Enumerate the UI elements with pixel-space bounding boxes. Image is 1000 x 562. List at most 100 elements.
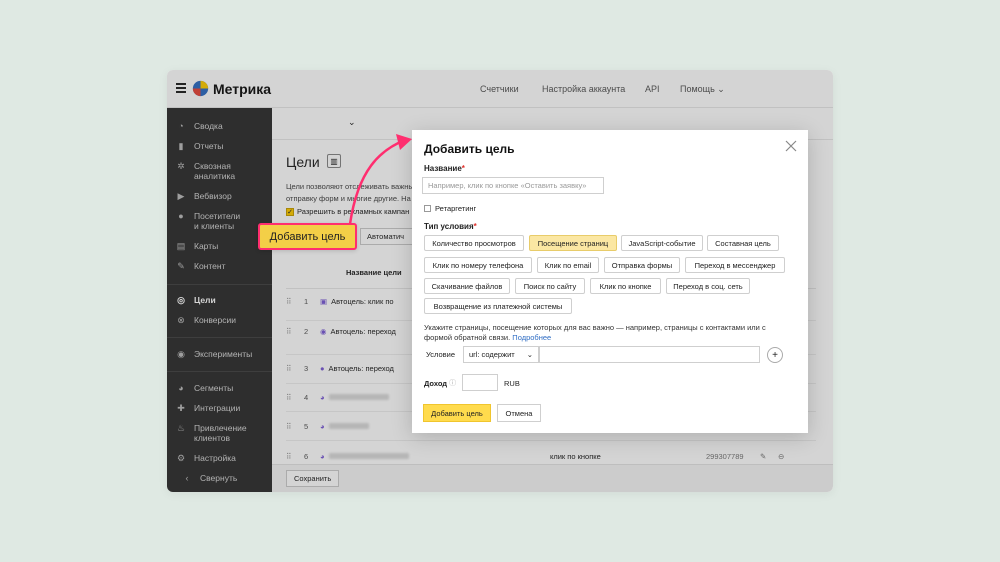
retargeting-label: Ретаргетинг — [435, 204, 477, 213]
row-number: 3 — [304, 363, 309, 373]
delete-icon[interactable]: ⊖ — [778, 452, 784, 461]
goal-name-input[interactable]: Например, клик по кнопке «Оставить заявк… — [422, 177, 604, 194]
bar-chart-icon: ▮ — [178, 141, 184, 151]
add-condition-icon[interactable]: + — [767, 347, 783, 363]
required-mark: * — [461, 164, 465, 173]
edit-icon[interactable]: ✎ — [760, 452, 766, 461]
ab-icon: ◉ — [177, 349, 185, 359]
top-bar: Метрика Счетчики Настройка аккаунта API … — [167, 70, 833, 108]
cancel-button[interactable]: Отмена — [497, 404, 541, 422]
add-goal-dialog: Добавить цель Название* Например, клик п… — [412, 130, 808, 433]
income-label-text: Доход — [424, 378, 448, 388]
required-mark: * — [473, 222, 477, 231]
sidebar-item-integrations[interactable]: ✚ Интеграции — [167, 403, 272, 413]
type-chip-views[interactable]: Количество просмотров — [424, 235, 524, 251]
sidebar-item-conversions[interactable]: ⊗ Конверсии — [167, 315, 272, 325]
nav-account-settings[interactable]: Настройка аккаунта — [542, 84, 625, 94]
nav-api[interactable]: API — [645, 84, 660, 94]
type-chip-js-event[interactable]: JavaScript-событие — [621, 235, 703, 251]
page-description: отправку форм и многие другие. На — [286, 194, 411, 203]
more-link[interactable]: Подробнее — [512, 333, 551, 342]
user-icon: ● — [178, 211, 184, 221]
sidebar-item-summary[interactable]: ◔ Сводка — [167, 121, 272, 131]
sidebar-item-experiments[interactable]: ◉ Эксперименты — [167, 349, 272, 359]
drag-handle-icon[interactable]: ⠿ — [286, 364, 304, 373]
book-icon[interactable]: ▥ — [327, 154, 341, 168]
type-chip-email-click[interactable]: Клик по email — [537, 257, 599, 273]
income-label: Доход ⓘ — [424, 378, 456, 388]
drag-handle-icon[interactable]: ⠿ — [286, 422, 304, 431]
dialog-title: Добавить цель — [424, 142, 515, 156]
income-input[interactable] — [462, 374, 498, 391]
chevron-down-icon: ⌄ — [717, 84, 725, 94]
name-label-text: Название — [424, 164, 462, 173]
type-chip-file-download[interactable]: Скачивание файлов — [424, 278, 510, 294]
sidebar-item-label: Сводка — [194, 121, 223, 131]
nav-help-label: Помощь — [680, 84, 715, 94]
sidebar-item-segments[interactable]: ◕ Сегменты — [167, 383, 272, 393]
type-chip-site-search[interactable]: Поиск по сайту — [515, 278, 585, 294]
table-row[interactable]: ⠿ 6 ◕ клик по кнопке 299307789 ✎ ⊖ — [286, 449, 816, 463]
sidebar-item-webvisor[interactable]: ▶ Вебвизор — [167, 191, 272, 201]
condition-url-input[interactable] — [539, 346, 760, 363]
blurred-goal-name — [328, 423, 369, 429]
type-chip-button-click[interactable]: Клик по кнопке — [590, 278, 661, 294]
checkbox-unchecked-icon — [424, 205, 431, 212]
type-chip-form-submit[interactable]: Отправка формы — [604, 257, 680, 273]
sidebar-item-settings[interactable]: ⚙ Настройка — [167, 453, 272, 463]
sidebar-item-visitors[interactable]: ● Посетители и клиенты — [167, 211, 247, 231]
flame-icon: ♨ — [176, 423, 186, 433]
brand-name: Метрика — [213, 81, 272, 97]
type-chip-payment-return[interactable]: Возвращение из платежной системы — [424, 298, 572, 314]
retargeting-checkbox[interactable]: Ретаргетинг — [424, 204, 476, 213]
goal-type-icon: ◕ — [320, 392, 325, 402]
type-chip-messenger[interactable]: Переход в мессенджер — [685, 257, 785, 273]
page-title: Цели — [286, 154, 320, 170]
ads-checkbox[interactable]: ✓ Разрешить в рекламных кампан — [286, 207, 409, 216]
sidebar-item-reports[interactable]: ▮ Отчеты — [167, 141, 272, 151]
type-chip-composite[interactable]: Составная цель — [707, 235, 779, 251]
sidebar-item-label: Интеграции — [194, 403, 241, 413]
sidebar-item-end-to-end[interactable]: ✲ Сквозная аналитика — [167, 161, 247, 181]
type-chip-phone-click[interactable]: Клик по номеру телефона — [424, 257, 532, 273]
save-button[interactable]: Сохранить — [286, 470, 340, 487]
sidebar-item-content[interactable]: ✎ Контент — [167, 261, 272, 271]
drag-handle-icon[interactable]: ⠿ — [286, 327, 304, 336]
info-icon[interactable]: ⓘ — [449, 378, 456, 388]
chevron-down-icon: ⌄ — [526, 350, 533, 359]
nav-help[interactable]: Помощь ⌄ — [680, 84, 725, 95]
help-text-body: Укажите страницы, посещение которых для … — [424, 323, 766, 342]
sidebar-item-label: Карты — [194, 241, 219, 251]
condition-select-value: url: содержит — [469, 350, 515, 359]
drag-handle-icon[interactable]: ⠿ — [286, 297, 304, 306]
sidebar-item-label: Вебвизор — [194, 191, 232, 201]
goal-name: Автоцель: переход — [330, 326, 396, 336]
checkbox-checked-icon: ✓ — [286, 207, 294, 216]
condition-type-label: Тип условия* — [424, 222, 477, 231]
sidebar-divider — [167, 284, 272, 285]
sidebar-collapse[interactable]: ‹ Свернуть — [167, 473, 272, 483]
sidebar-item-label: Привлечение клиентов — [194, 423, 247, 443]
type-chip-social[interactable]: Переход в соц. сеть — [666, 278, 750, 294]
auto-goals-button[interactable]: Автоматич — [360, 228, 420, 245]
drag-handle-icon[interactable]: ⠿ — [286, 393, 304, 402]
condition-type-label-text: Тип условия — [424, 222, 474, 231]
goal-name: Автоцель: переход — [328, 363, 394, 373]
condition-label: Условие — [426, 350, 455, 359]
play-icon: ▶ — [177, 191, 185, 201]
chevron-down-icon[interactable]: ⌄ — [348, 117, 356, 128]
sidebar-item-goals[interactable]: ◎ Цели — [167, 295, 272, 305]
help-text: Укажите страницы, посещение которых для … — [424, 323, 794, 343]
sidebar-item-acquisition[interactable]: ♨ Привлечение клиентов — [167, 423, 247, 443]
sidebar-item-maps[interactable]: ▤ Карты — [167, 241, 272, 251]
metrika-logo — [192, 80, 209, 97]
puzzle-icon: ✚ — [177, 403, 185, 413]
submit-goal-button[interactable]: Добавить цель — [423, 404, 491, 422]
add-goal-callout[interactable]: Добавить цель — [258, 223, 357, 250]
nav-counters[interactable]: Счетчики — [480, 84, 519, 94]
close-icon[interactable] — [785, 140, 797, 152]
menu-icon[interactable] — [176, 83, 186, 93]
condition-select[interactable]: url: содержит ⌄ — [463, 346, 539, 363]
type-chip-page-visit[interactable]: Посещение страниц — [529, 235, 617, 251]
drag-handle-icon[interactable]: ⠿ — [286, 452, 304, 461]
